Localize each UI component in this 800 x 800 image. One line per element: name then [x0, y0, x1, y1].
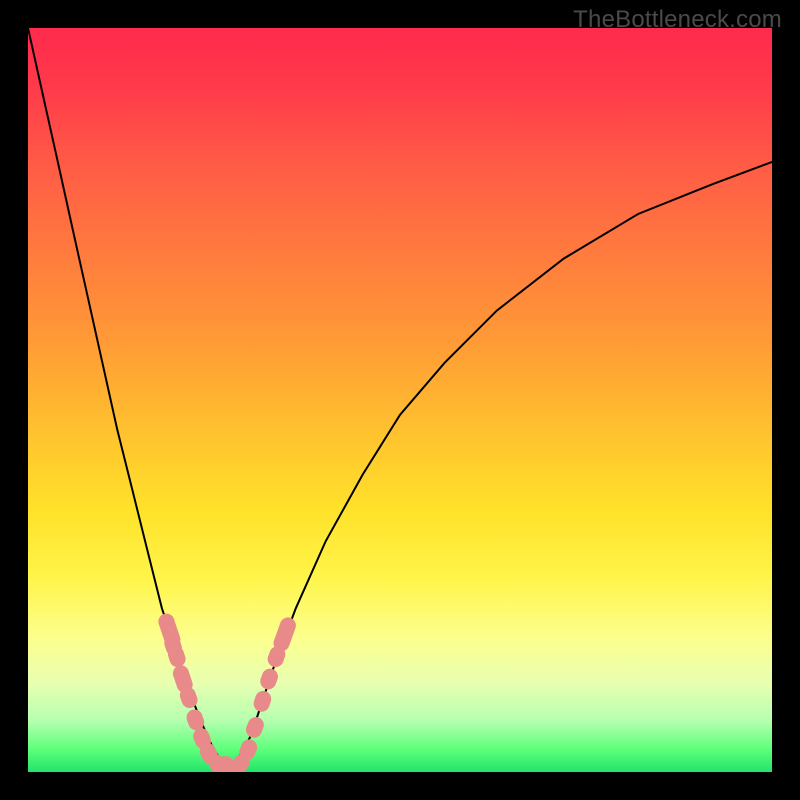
- data-marker: [271, 615, 298, 653]
- chart-frame: TheBottleneck.com: [0, 0, 800, 800]
- data-markers: [156, 611, 298, 772]
- left-branch-curve: [28, 28, 229, 772]
- right-branch-curve: [229, 162, 772, 772]
- data-marker: [251, 689, 273, 714]
- data-marker: [244, 715, 267, 740]
- plot-area: [28, 28, 772, 772]
- watermark-text: TheBottleneck.com: [573, 6, 782, 34]
- data-marker: [258, 666, 280, 691]
- curves-svg: [28, 28, 772, 772]
